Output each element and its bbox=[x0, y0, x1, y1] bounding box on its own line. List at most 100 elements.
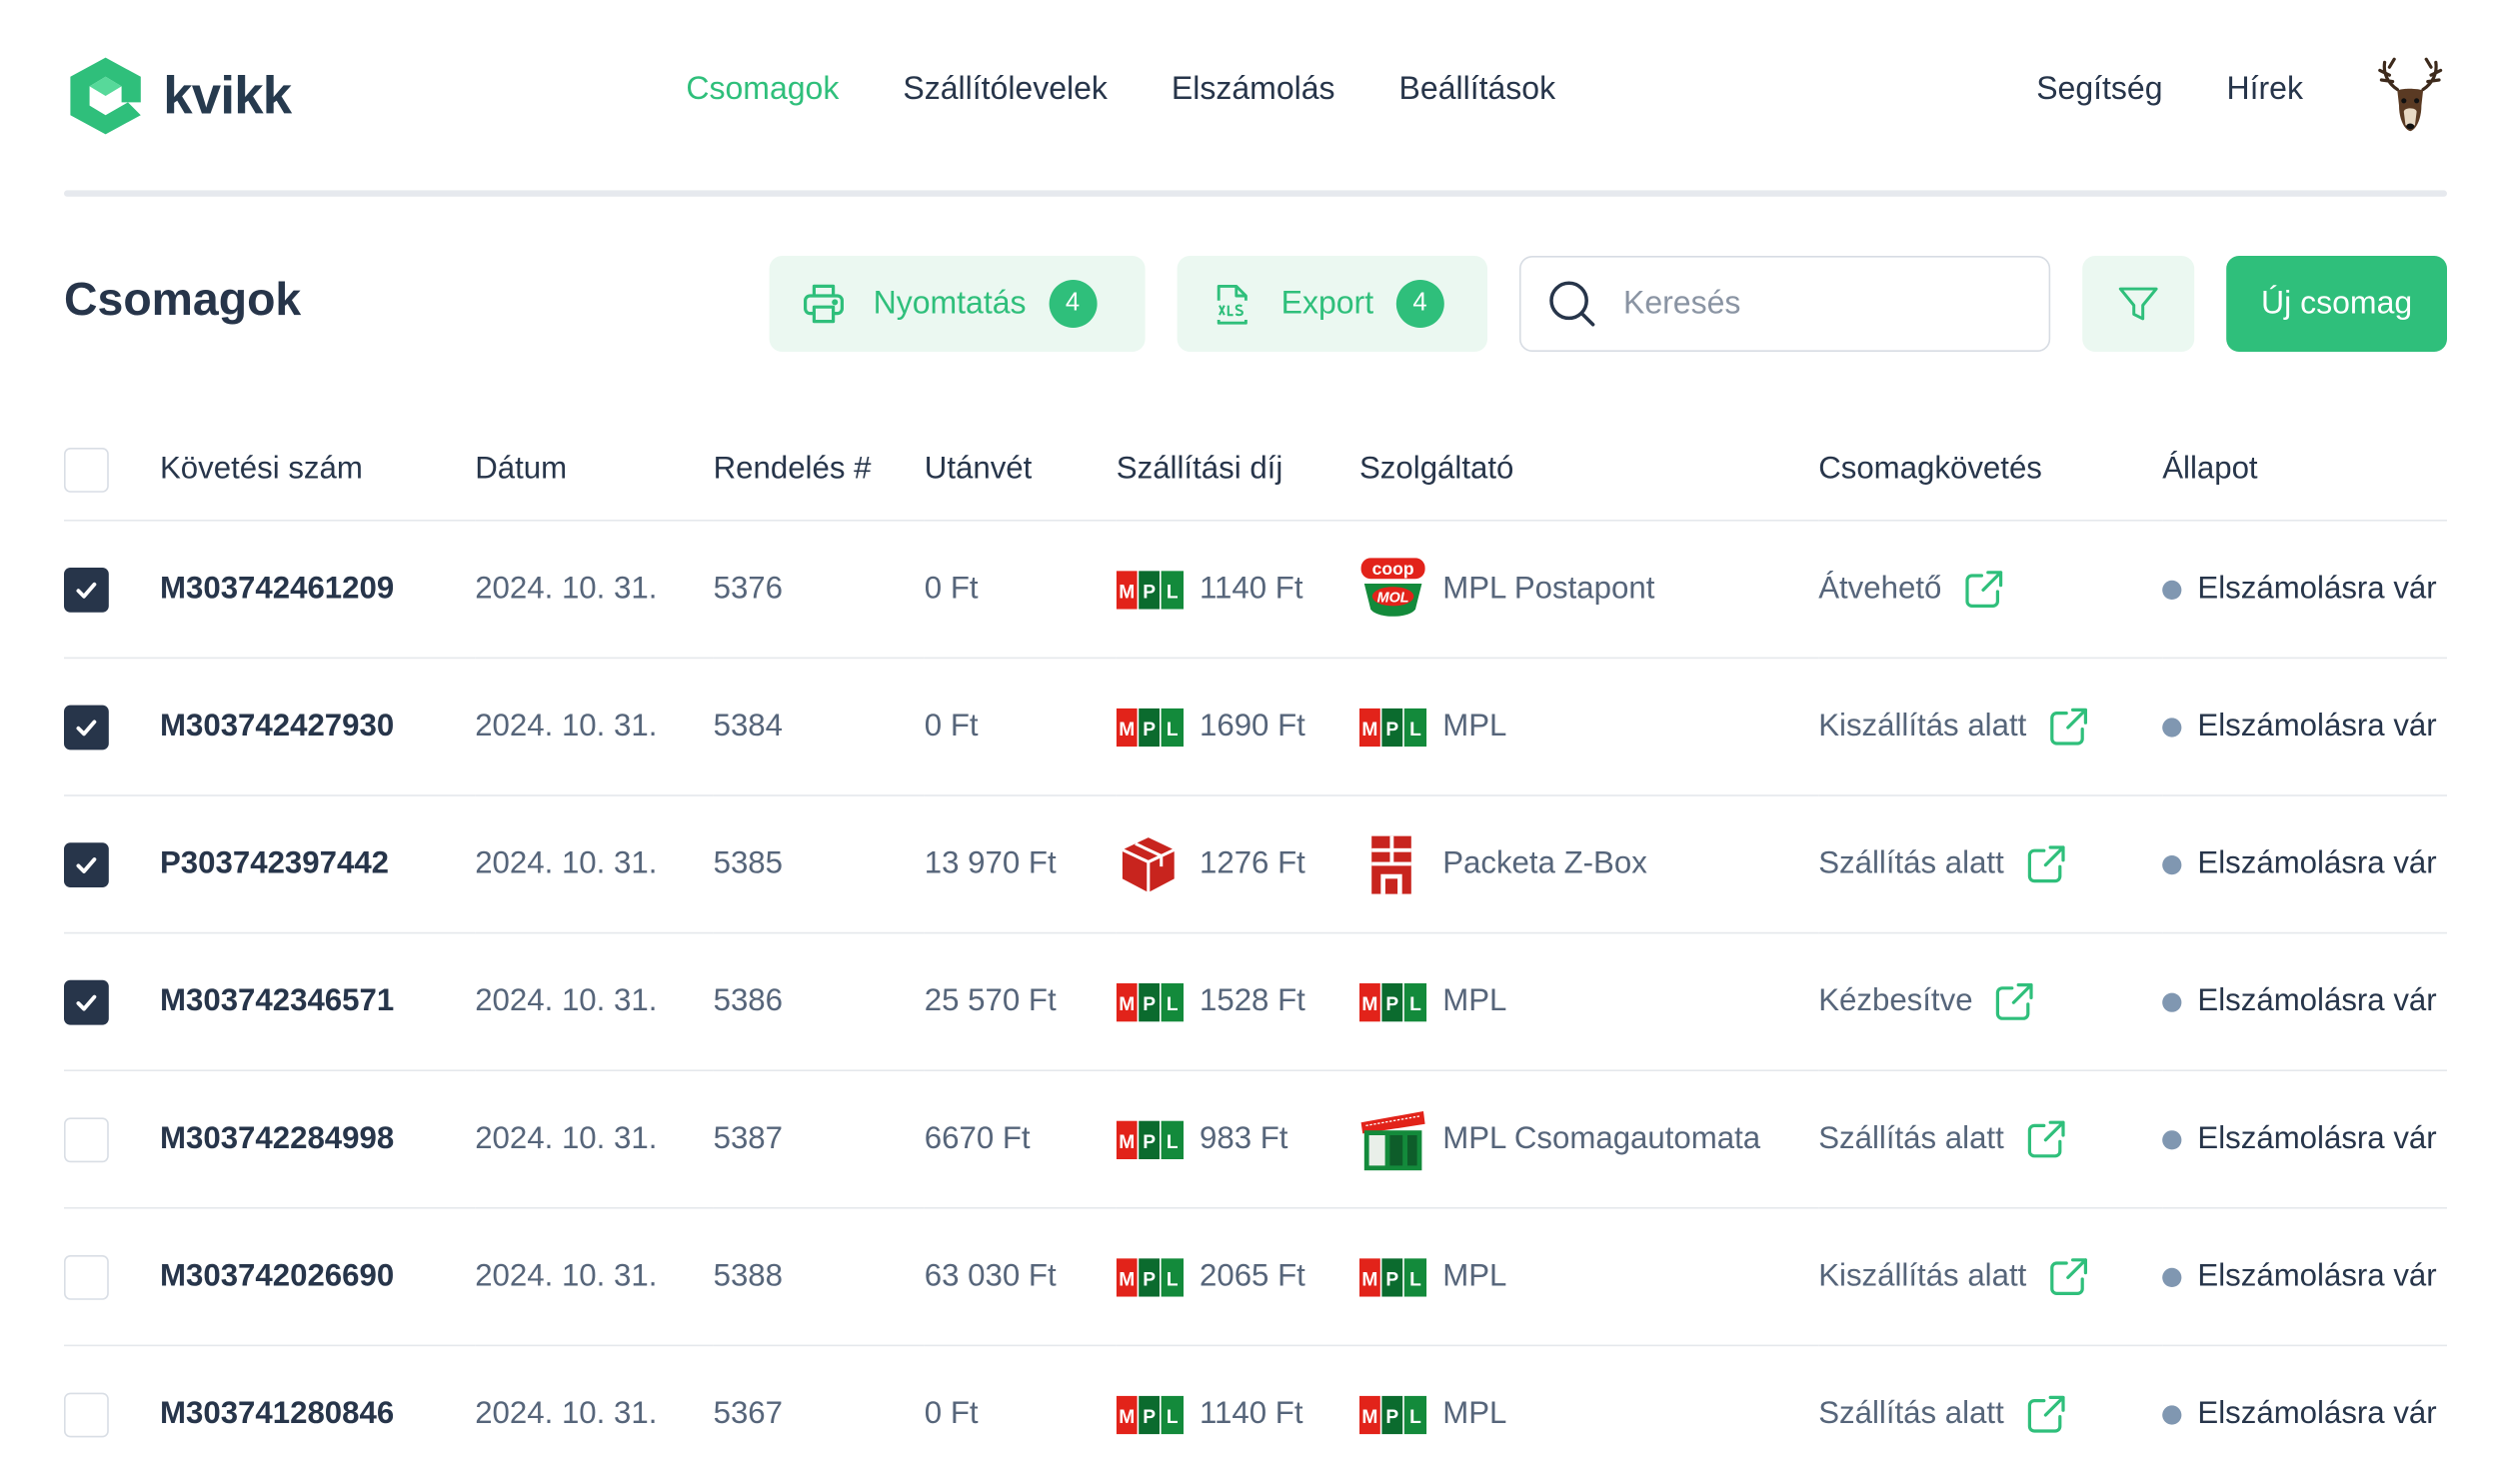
row-checkbox[interactable] bbox=[64, 1391, 109, 1437]
svg-text:M: M bbox=[1361, 993, 1377, 1014]
tracking-number[interactable]: M303742284998 bbox=[160, 1070, 476, 1209]
export-button[interactable]: Export 4 bbox=[1177, 256, 1487, 352]
status-badge: Elszámolásra vár bbox=[2197, 1395, 2437, 1431]
column-header[interactable]: Utánvét bbox=[924, 419, 1117, 522]
provider-name: MPL bbox=[1442, 1258, 1507, 1294]
parcel-locker-icon bbox=[1359, 1105, 1426, 1172]
search-icon bbox=[1546, 278, 1597, 329]
mpl-icon: MPL bbox=[1116, 1381, 1184, 1448]
tracking-number[interactable]: M303742346571 bbox=[160, 932, 476, 1072]
external-link-icon[interactable] bbox=[2046, 705, 2091, 749]
select-all-checkbox[interactable] bbox=[64, 447, 109, 492]
row-checkbox[interactable] bbox=[64, 567, 109, 612]
tracking-number[interactable]: P303742397442 bbox=[160, 795, 476, 934]
table-row[interactable]: M303742461209 2024. 10. 31. 5376 0 Ft MP… bbox=[64, 520, 2447, 660]
status-badge: Elszámolásra vár bbox=[2197, 1120, 2437, 1156]
date-cell: 2024. 10. 31. bbox=[475, 795, 714, 934]
order-number: 5367 bbox=[713, 1395, 784, 1431]
status-dot bbox=[2162, 854, 2182, 874]
external-link-icon[interactable] bbox=[2023, 1117, 2068, 1162]
column-header[interactable]: Dátum bbox=[475, 419, 714, 522]
nav-item-billing[interactable]: Elszámolás bbox=[1172, 72, 1335, 109]
external-link-icon[interactable] bbox=[1961, 567, 2006, 612]
external-link-icon[interactable] bbox=[1992, 979, 2037, 1024]
svg-text:P: P bbox=[1385, 1406, 1398, 1427]
svg-text:M: M bbox=[1361, 1269, 1377, 1290]
tracking-status: Szállítás alatt bbox=[1818, 1120, 2004, 1156]
column-header[interactable]: Követési szám bbox=[160, 419, 476, 522]
svg-text:L: L bbox=[1167, 582, 1179, 603]
nav-item-packages[interactable]: Csomagok bbox=[686, 72, 839, 109]
svg-text:P: P bbox=[1385, 993, 1398, 1014]
svg-text:P: P bbox=[1143, 719, 1156, 740]
new-package-button[interactable]: Új csomag bbox=[2226, 256, 2447, 352]
search-input[interactable] bbox=[1619, 284, 2011, 324]
table-row[interactable]: M303742427930 2024. 10. 31. 5384 0 Ft MP… bbox=[64, 658, 2447, 796]
table-row[interactable]: M303742284998 2024. 10. 31. 5387 6670 Ft… bbox=[64, 1070, 2447, 1209]
secondary-nav: Segítség Hírek bbox=[1972, 72, 2303, 109]
svg-text:L: L bbox=[1167, 993, 1179, 1014]
column-header[interactable]: Szállítási díj bbox=[1116, 419, 1359, 522]
status-dot bbox=[2162, 991, 2182, 1011]
svg-text:P: P bbox=[1143, 1406, 1156, 1427]
tracking-number[interactable]: M303742427930 bbox=[160, 658, 476, 796]
column-header[interactable]: Csomagkövetés bbox=[1818, 419, 2163, 522]
tracking-number[interactable]: M303741280846 bbox=[160, 1345, 475, 1482]
svg-text:M: M bbox=[1361, 1406, 1377, 1427]
svg-text:M: M bbox=[1119, 582, 1135, 603]
order-number: 5376 bbox=[713, 520, 925, 660]
top-bar: kvikk Csomagok Szállítólevelek Elszámolá… bbox=[64, 0, 2447, 192]
shipping-fee: 1140 Ft bbox=[1200, 1395, 1303, 1431]
cod-amount: 25 570 Ft bbox=[924, 932, 1117, 1072]
table-row[interactable]: M303742346571 2024. 10. 31. 5386 25 570 … bbox=[64, 932, 2447, 1072]
main-nav: Csomagok Szállítólevelek Elszámolás Beál… bbox=[686, 72, 1619, 109]
column-header[interactable]: Állapot bbox=[2162, 419, 2447, 522]
mpl-icon: MPL bbox=[1359, 968, 1427, 1035]
svg-text:P: P bbox=[1143, 993, 1156, 1014]
deer-icon bbox=[2378, 57, 2443, 92]
export-count-badge: 4 bbox=[1395, 280, 1444, 328]
app-logo[interactable]: kvikk bbox=[64, 54, 292, 137]
provider-name: MPL bbox=[1442, 1395, 1507, 1431]
column-header[interactable]: Szolgáltató bbox=[1359, 419, 1819, 522]
svg-text:L: L bbox=[1167, 719, 1179, 740]
svg-text:L: L bbox=[1409, 993, 1421, 1014]
column-header[interactable]: Rendelés # bbox=[713, 419, 925, 522]
external-link-icon[interactable] bbox=[2023, 1392, 2068, 1437]
tracking-status: Szállítás alatt bbox=[1818, 1395, 2004, 1431]
shipping-fee: 1276 Ft bbox=[1200, 845, 1305, 881]
nav-item-help[interactable]: Segítség bbox=[2036, 72, 2162, 109]
tracking-number[interactable]: M303742461209 bbox=[160, 520, 476, 660]
provider-name: MPL Csomagautomata bbox=[1442, 1120, 1761, 1156]
date-cell: 2024. 10. 31. bbox=[475, 520, 714, 660]
row-checkbox[interactable] bbox=[64, 1254, 109, 1299]
nav-item-news[interactable]: Hírek bbox=[2227, 72, 2303, 109]
xls-file-icon bbox=[1208, 280, 1255, 328]
svg-text:P: P bbox=[1385, 1269, 1398, 1290]
tracking-status: Szállítás alatt bbox=[1818, 845, 2004, 881]
row-checkbox[interactable] bbox=[64, 841, 109, 887]
packeta-icon bbox=[1117, 830, 1184, 897]
date-cell: 2024. 10. 31. bbox=[475, 932, 714, 1072]
order-number: 5388 bbox=[713, 1207, 925, 1347]
row-checkbox[interactable] bbox=[64, 979, 109, 1024]
filter-button[interactable] bbox=[2082, 256, 2195, 352]
tracking-number[interactable]: M303742026690 bbox=[160, 1207, 476, 1347]
external-link-icon[interactable] bbox=[2046, 1254, 2091, 1299]
coop-mol-icon: coop MOL bbox=[1359, 556, 1426, 623]
table-row[interactable]: M303741280846 2024. 10. 31. 5367 0 Ft MP… bbox=[64, 1345, 2447, 1482]
external-link-icon[interactable] bbox=[2023, 841, 2068, 886]
svg-text:P: P bbox=[1143, 1131, 1156, 1152]
nav-item-waybills[interactable]: Szállítólevelek bbox=[903, 72, 1108, 109]
row-checkbox[interactable] bbox=[64, 704, 109, 749]
user-avatar[interactable] bbox=[2373, 57, 2447, 135]
shipping-fee: 1140 Ft bbox=[1200, 571, 1303, 607]
nav-item-settings[interactable]: Beállítások bbox=[1399, 72, 1556, 109]
table-row[interactable]: M303742026690 2024. 10. 31. 5388 63 030 … bbox=[64, 1207, 2447, 1347]
packeta-zbox-icon bbox=[1359, 830, 1426, 897]
print-button[interactable]: Nyomtatás 4 bbox=[769, 256, 1146, 352]
status-badge: Elszámolásra vár bbox=[2197, 845, 2437, 881]
status-badge: Elszámolásra vár bbox=[2197, 571, 2437, 607]
row-checkbox[interactable] bbox=[64, 1116, 109, 1162]
table-row[interactable]: P303742397442 2024. 10. 31. 5385 13 970 … bbox=[64, 795, 2447, 934]
